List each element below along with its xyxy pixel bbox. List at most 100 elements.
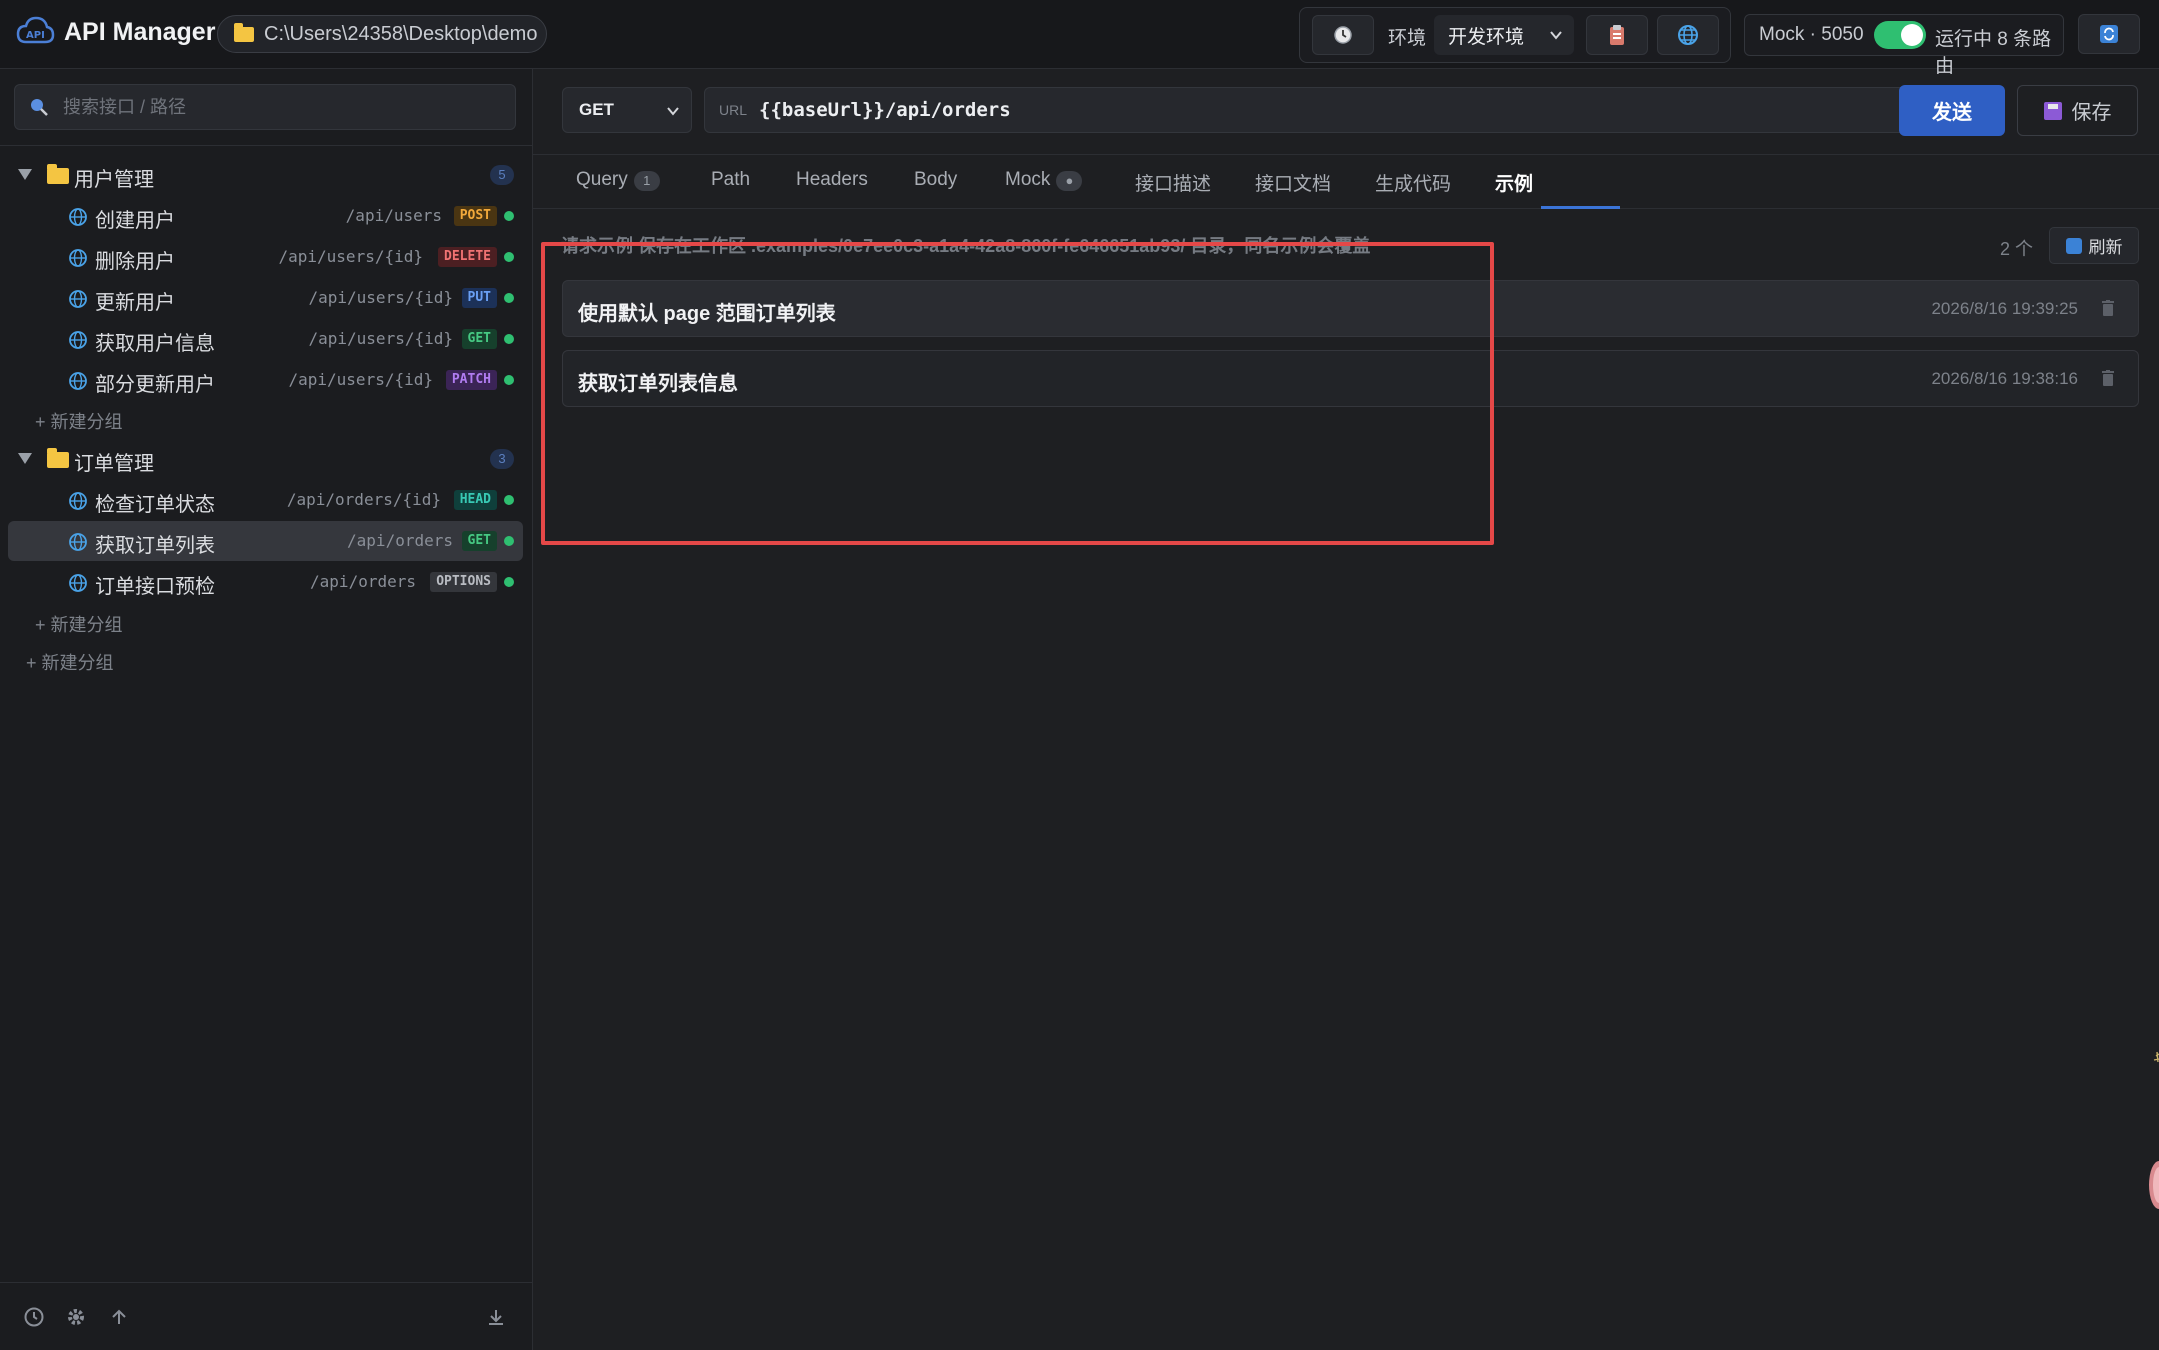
svg-text:API: API bbox=[26, 30, 45, 41]
method-badge: HEAD bbox=[453, 490, 497, 510]
group-count-badge: 5 bbox=[490, 165, 514, 185]
env-clipboard-button[interactable] bbox=[1586, 15, 1648, 55]
gear-icon[interactable] bbox=[64, 1305, 88, 1329]
divider bbox=[0, 145, 532, 146]
add-group-button[interactable]: + 新建分组 bbox=[26, 649, 114, 675]
search-icon bbox=[31, 99, 48, 116]
tab-headers[interactable]: Headers bbox=[796, 169, 868, 191]
mock-toggle[interactable] bbox=[1874, 21, 1926, 49]
method-badge: OPTIONS bbox=[430, 572, 497, 592]
tab-badge: ● bbox=[1056, 171, 1083, 191]
tab-body[interactable]: Body bbox=[914, 169, 957, 191]
endpoint-path: /api/orders bbox=[347, 531, 453, 550]
trash-icon[interactable] bbox=[2102, 370, 2114, 386]
folder-icon bbox=[234, 22, 254, 42]
group-order-management[interactable]: 订单管理 3 bbox=[0, 439, 532, 479]
env-value: 开发环境 bbox=[1448, 26, 1525, 48]
method-select[interactable]: GET bbox=[562, 87, 692, 133]
endpoint-get-user[interactable]: 获取用户信息 /api/users/{id} GET bbox=[8, 319, 523, 359]
folder-icon bbox=[47, 448, 69, 468]
status-dot bbox=[504, 495, 514, 505]
folder-icon bbox=[47, 164, 69, 184]
send-button[interactable]: 发送 bbox=[1899, 85, 2005, 136]
endpoint-name: 更新用户 bbox=[95, 292, 175, 314]
group-count-badge: 3 bbox=[490, 449, 514, 469]
method-badge: DELETE bbox=[438, 247, 497, 267]
clock-icon bbox=[1334, 26, 1352, 44]
status-dot bbox=[504, 536, 514, 546]
chevron-down-icon bbox=[1550, 31, 1562, 40]
environment-group: 环境 开发环境 bbox=[1299, 7, 1731, 63]
endpoint-path: /api/users bbox=[345, 206, 442, 225]
method-badge: PATCH bbox=[445, 370, 497, 390]
highlight-annotation-box bbox=[541, 242, 1494, 545]
env-globe-button[interactable] bbox=[1657, 15, 1719, 55]
endpoint-update-user[interactable]: 更新用户 /api/users/{id} PUT bbox=[8, 278, 523, 318]
add-group-label: 新建分组 bbox=[41, 653, 114, 673]
upload-icon[interactable] bbox=[107, 1305, 131, 1329]
status-dot bbox=[504, 293, 514, 303]
endpoint-name: 删除用户 bbox=[95, 251, 175, 273]
divider bbox=[0, 1282, 532, 1283]
endpoint-name: 订单接口预检 bbox=[95, 576, 215, 598]
trash-icon[interactable] bbox=[2102, 300, 2114, 316]
tab-docs[interactable]: 接口文档 bbox=[1255, 169, 1331, 196]
endpoint-path: /api/users/{id} bbox=[288, 370, 434, 389]
tab-label: Mock bbox=[1005, 169, 1051, 190]
endpoint-name: 部分更新用户 bbox=[95, 374, 215, 396]
history-button[interactable] bbox=[1312, 15, 1374, 55]
endpoint-name: 创建用户 bbox=[95, 210, 175, 232]
globe-icon bbox=[69, 290, 87, 308]
tab-badge: 1 bbox=[633, 171, 660, 191]
sync-button[interactable] bbox=[2078, 14, 2140, 54]
search-input[interactable] bbox=[61, 95, 505, 119]
save-icon bbox=[2043, 101, 2062, 120]
endpoint-name: 获取用户信息 bbox=[95, 333, 215, 355]
chevron-down-icon bbox=[667, 107, 679, 116]
app-title: API Manager bbox=[64, 18, 216, 46]
sync-icon bbox=[2100, 25, 2118, 43]
url-input[interactable]: URL {{baseUrl}}/api/orders bbox=[704, 87, 1918, 133]
add-subgroup-button[interactable]: + 新建分组 bbox=[35, 408, 123, 434]
toggle-knob bbox=[1901, 24, 1923, 46]
example-time: 2026/8/16 19:38:16 bbox=[1931, 369, 2078, 388]
tab-query[interactable]: Query 1 bbox=[576, 169, 660, 191]
endpoint-get-orders[interactable]: 获取订单列表 /api/orders GET bbox=[8, 521, 523, 561]
group-user-management[interactable]: 用户管理 5 bbox=[0, 155, 532, 195]
add-subgroup-button[interactable]: + 新建分组 bbox=[35, 611, 123, 637]
group-name: 订单管理 bbox=[74, 453, 154, 475]
endpoint-path: /api/users/{id} bbox=[278, 247, 424, 266]
tab-mock[interactable]: Mock ● bbox=[1005, 169, 1083, 191]
endpoint-delete-user[interactable]: 删除用户 /api/users/{id} DELETE bbox=[8, 237, 523, 277]
endpoint-path: /api/orders bbox=[310, 572, 416, 591]
history-icon[interactable] bbox=[22, 1305, 46, 1329]
endpoint-create-user[interactable]: 创建用户 /api/users POST bbox=[8, 196, 523, 236]
workspace-path-button[interactable]: C:\Users\24358\Desktop\demo bbox=[217, 15, 547, 53]
tab-description[interactable]: 接口描述 bbox=[1135, 169, 1211, 196]
tab-path[interactable]: Path bbox=[711, 169, 750, 191]
endpoint-path: /api/users/{id} bbox=[308, 288, 454, 307]
url-value: {{baseUrl}}/api/orders bbox=[759, 99, 1011, 121]
tab-codegen[interactable]: 生成代码 bbox=[1375, 169, 1451, 196]
globe-icon bbox=[69, 331, 87, 349]
endpoint-orders-options[interactable]: 订单接口预检 /api/orders OPTIONS bbox=[8, 562, 523, 602]
search-box[interactable] bbox=[14, 84, 516, 130]
tab-examples[interactable]: 示例 bbox=[1495, 169, 1533, 196]
status-dot bbox=[504, 375, 514, 385]
request-tabs: Query 1 Path Headers Body Mock ● 接口描述 接口文档… bbox=[533, 154, 2159, 209]
refresh-button[interactable]: 刷新 bbox=[2049, 227, 2139, 264]
endpoint-name: 检查订单状态 bbox=[95, 494, 215, 516]
globe-icon bbox=[1678, 25, 1698, 45]
endpoint-check-order[interactable]: 检查订单状态 /api/orders/{id} HEAD bbox=[8, 480, 523, 520]
sidebar: 用户管理 5 创建用户 /api/users POST 删除用户 /api/us… bbox=[0, 69, 533, 1350]
tab-label: Query bbox=[576, 169, 628, 190]
download-icon[interactable] bbox=[484, 1305, 508, 1329]
globe-icon bbox=[69, 533, 87, 551]
status-dot bbox=[504, 334, 514, 344]
method-badge: PUT bbox=[461, 288, 497, 308]
save-button[interactable]: 保存 bbox=[2017, 85, 2138, 136]
endpoint-patch-user[interactable]: 部分更新用户 /api/users/{id} PATCH bbox=[8, 360, 523, 400]
status-dot bbox=[504, 211, 514, 221]
env-label: 环境 bbox=[1388, 28, 1427, 49]
env-select[interactable]: 开发环境 bbox=[1434, 15, 1574, 55]
